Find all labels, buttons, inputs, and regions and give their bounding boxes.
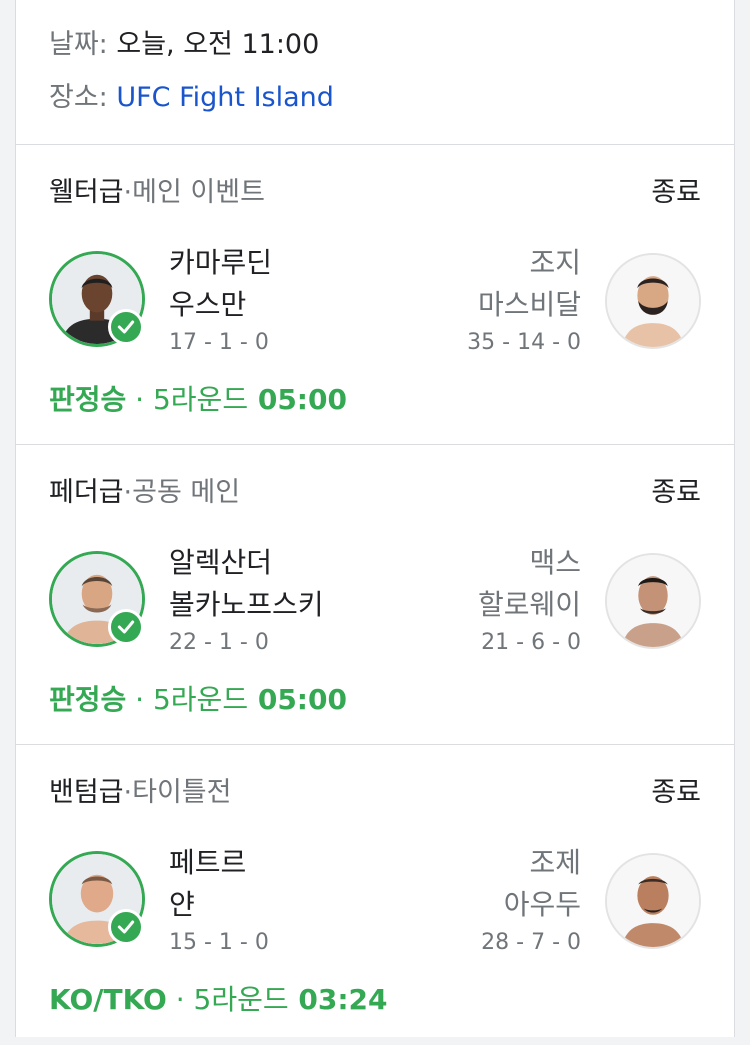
checkmark-icon — [108, 909, 144, 945]
loser-first-name: 맥스 — [529, 546, 581, 579]
loser-record: 35 - 14 - 0 — [467, 330, 581, 355]
result-round: 5라운드 — [152, 683, 249, 716]
loser-avatar[interactable] — [605, 853, 701, 949]
fight-header: 밴텀급·타이틀전 종료 — [49, 775, 701, 811]
loser-last-name: 아우두 — [503, 888, 581, 921]
result-method: KO/TKO — [49, 983, 167, 1016]
loser-first-name: 조제 — [529, 846, 581, 879]
result-method: 판정승 — [49, 683, 127, 716]
winner-name[interactable]: 페트르 얀 — [169, 842, 246, 926]
event-venue-row: 장소: UFC Fight Island — [49, 81, 734, 115]
fight-header: 웰터급·메인 이벤트 종료 — [49, 175, 701, 211]
winner-record: 22 - 1 - 0 — [169, 630, 269, 655]
header-separator: · — [123, 177, 133, 208]
checkmark-icon — [108, 309, 144, 345]
loser-name[interactable]: 조제 아우두 — [504, 842, 581, 926]
winner-name[interactable]: 카마루딘 우스만 — [169, 242, 272, 326]
fight-row[interactable]: 밴텀급·타이틀전 종료 페트르 얀 15 - 1 - 0 조제 아우두 28 -… — [16, 745, 734, 1045]
winner-last-name: 얀 — [169, 888, 195, 921]
result-time: 03:24 — [298, 983, 388, 1016]
fight-header: 페더급·공동 메인 종료 — [49, 475, 701, 511]
result-round: 5라운드 — [152, 383, 249, 416]
loser-name[interactable]: 맥스 할로웨이 — [478, 542, 581, 626]
header-separator: · — [123, 477, 133, 508]
fight-result: KO/TKO · 5라운드 03:24 — [49, 982, 388, 1018]
weight-class: 밴텀급 — [49, 777, 124, 808]
date-value: 오늘, 오전 11:00 — [116, 29, 320, 60]
loser-avatar[interactable] — [605, 553, 701, 649]
venue-link[interactable]: UFC Fight Island — [116, 82, 334, 113]
weight-class: 웰터급 — [49, 177, 124, 208]
winner-first-name: 페트르 — [169, 846, 247, 879]
winner-record: 17 - 1 - 0 — [169, 330, 269, 355]
loser-name[interactable]: 조지 마스비달 — [478, 242, 581, 326]
result-separator: · — [126, 683, 153, 716]
winner-name[interactable]: 알렉산더 볼카노프스키 — [169, 542, 324, 626]
fight-row[interactable]: 페더급·공동 메인 종료 알렉산더 볼카노프스키 22 - 1 - 0 맥스 할… — [16, 445, 734, 745]
venue-label: 장소: — [49, 82, 108, 113]
fight-billing: 타이틀전 — [132, 777, 232, 808]
fight-status: 종료 — [651, 477, 701, 508]
loser-record: 28 - 7 - 0 — [481, 930, 581, 955]
loser-avatar[interactable] — [605, 253, 701, 349]
fight-billing: 메인 이벤트 — [132, 177, 265, 208]
fight-row[interactable]: 웰터급·메인 이벤트 종료 카마루딘 우스만 17 - 1 - 0 조지 마스비… — [16, 145, 734, 445]
header-separator: · — [123, 777, 133, 808]
fight-status: 종료 — [651, 177, 701, 208]
weight-class: 페더급 — [49, 477, 124, 508]
checkmark-icon — [108, 609, 144, 645]
result-round: 5라운드 — [193, 983, 289, 1016]
event-date-row: 날짜: 오늘, 오전 11:00 — [49, 28, 734, 62]
fight-card: 날짜: 오늘, 오전 11:00 장소: UFC Fight Island 웰터… — [15, 0, 735, 1037]
winner-first-name: 알렉산더 — [169, 546, 273, 579]
loser-last-name: 할로웨이 — [477, 588, 581, 621]
winner-last-name: 우스만 — [169, 288, 247, 321]
loser-record: 21 - 6 - 0 — [481, 630, 581, 655]
result-method: 판정승 — [49, 383, 127, 416]
result-separator: · — [126, 383, 153, 416]
result-separator: · — [166, 983, 194, 1016]
loser-first-name: 조지 — [529, 246, 581, 279]
fight-billing: 공동 메인 — [132, 477, 241, 508]
date-label: 날짜: — [49, 29, 108, 60]
fight-result: 판정승 · 5라운드 05:00 — [49, 682, 347, 718]
winner-record: 15 - 1 - 0 — [169, 930, 269, 955]
loser-last-name: 마스비달 — [477, 288, 581, 321]
result-time: 05:00 — [257, 683, 347, 716]
result-time: 05:00 — [257, 383, 347, 416]
winner-last-name: 볼카노프스키 — [169, 588, 324, 621]
winner-first-name: 카마루딘 — [169, 246, 273, 279]
fight-status: 종료 — [651, 777, 701, 808]
fight-result: 판정승 · 5라운드 05:00 — [49, 382, 347, 418]
event-info: 날짜: 오늘, 오전 11:00 장소: UFC Fight Island — [16, 0, 734, 145]
